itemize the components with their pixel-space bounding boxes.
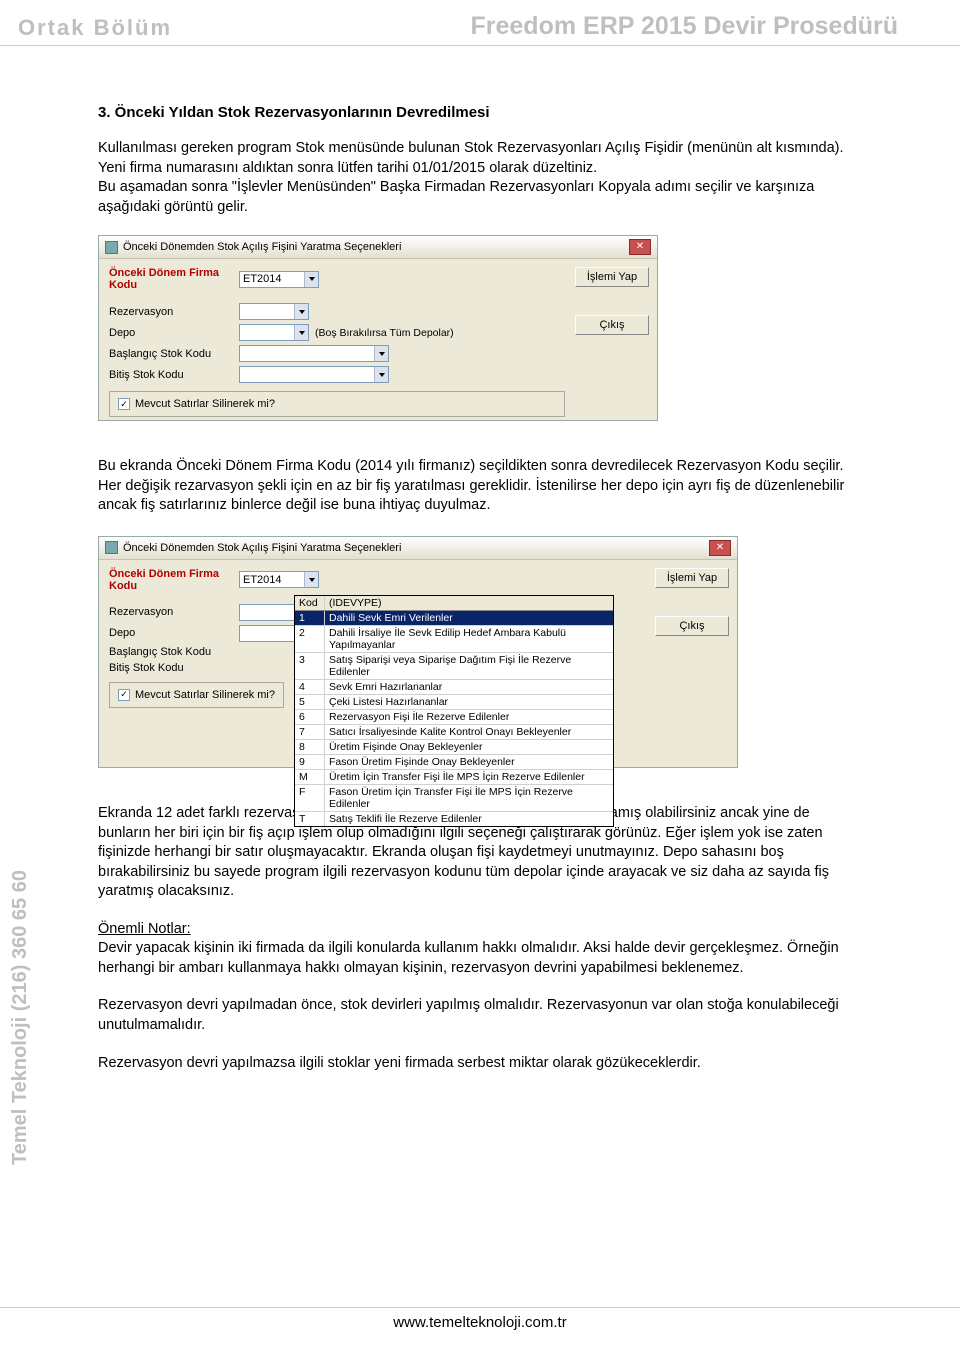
paragraph-6: Rezervasyon devri yapılmadan önce, stok … [98, 996, 860, 1035]
content-area: 3. Önceki Yıldan Stok Rezervasyonlarının… [0, 104, 960, 1073]
dropdown-row[interactable]: 2Dahili İrsaliye İle Sevk Edilip Hedef A… [295, 626, 613, 653]
firm-code-label-2: Önceki Dönem Firma Kodu [109, 568, 239, 592]
rezervasyon-combo[interactable] [239, 303, 309, 320]
header-section-label: Ortak Bölüm [18, 15, 172, 41]
page-footer: www.temelteknoloji.com.tr [0, 1307, 960, 1331]
checkbox-panel-2: ✓ Mevcut Satırlar Silinerek mi? [109, 682, 284, 708]
close-icon[interactable]: ✕ [629, 239, 651, 255]
dropdown-head-desc: (IDEVYPE) [325, 596, 613, 610]
baslangic-label-2: Başlangıç Stok Kodu [109, 646, 239, 658]
dropdown-row[interactable]: TSatış Teklifi İle Rezerve Edilenler [295, 812, 613, 826]
close-icon[interactable]: ✕ [709, 540, 731, 556]
section-heading: 3. Önceki Yıldan Stok Rezervasyonlarının… [98, 104, 860, 121]
dropdown-head-code: Kod [295, 596, 325, 610]
run-button-2[interactable]: İşlemi Yap [655, 568, 729, 588]
dropdown-row[interactable]: MÜretim İçin Transfer Fişi İle MPS İçin … [295, 770, 613, 785]
dialog-titlebar: Önceki Dönemden Stok Açılış Fişini Yarat… [99, 236, 657, 259]
dialog-titlebar-2: Önceki Dönemden Stok Açılış Fişini Yarat… [99, 537, 737, 560]
firm-code-value: ET2014 [243, 273, 282, 285]
dropdown-row[interactable]: 7Satıcı İrsaliyesinde Kalite Kontrol Ona… [295, 725, 613, 740]
depo-combo[interactable] [239, 324, 309, 341]
dialog-title-2: Önceki Dönemden Stok Açılış Fişini Yarat… [123, 542, 401, 554]
bitis-label-2: Bitiş Stok Kodu [109, 662, 239, 674]
depo-label-2: Depo [109, 627, 239, 639]
header-doc-title: Freedom ERP 2015 Devir Prosedürü [471, 12, 899, 41]
dropdown-row[interactable]: 3Satış Siparişi veya Siparişe Dağıtım Fi… [295, 653, 613, 680]
baslangic-label: Başlangıç Stok Kodu [109, 348, 239, 360]
checkbox-2[interactable]: ✓ [118, 689, 130, 701]
rezervasyon-label-2: Rezervasyon [109, 606, 239, 618]
paragraph-3: Bu ekranda Önceki Dönem Firma Kodu (2014… [98, 457, 860, 516]
side-company-text: Temel Teknoloji (216) 360 65 60 [9, 870, 32, 1165]
paragraph-5: Devir yapacak kişinin iki firmada da ilg… [98, 939, 860, 978]
dialog-screenshot-2: Önceki Dönemden Stok Açılış Fişini Yarat… [98, 536, 738, 768]
dialog-title: Önceki Dönemden Stok Açılış Fişini Yarat… [123, 241, 401, 253]
firm-code-label: Önceki Dönem Firma Kodu [109, 267, 239, 291]
run-button[interactable]: İşlemi Yap [575, 267, 649, 287]
chevron-down-icon [304, 572, 318, 587]
exit-button-2[interactable]: Çıkış [655, 616, 729, 636]
firm-code-combo[interactable]: ET2014 [239, 271, 319, 288]
baslangic-combo[interactable] [239, 345, 389, 362]
dialog-icon [105, 241, 118, 254]
depo-label: Depo [109, 327, 239, 339]
dropdown-row[interactable]: 1Dahili Sevk Emri Verilenler [295, 611, 613, 626]
chevron-down-icon [304, 272, 318, 287]
dropdown-row[interactable]: 4Sevk Emri Hazırlananlar [295, 680, 613, 695]
paragraph-1: Kullanılması gereken program Stok menüsü… [98, 139, 860, 178]
page-header: Ortak Bölüm Freedom ERP 2015 Devir Prose… [0, 0, 960, 46]
bitis-combo[interactable] [239, 366, 389, 383]
firm-code-combo-2[interactable]: ET2014 [239, 571, 319, 588]
checkbox-label-2: Mevcut Satırlar Silinerek mi? [135, 689, 275, 701]
exit-button[interactable]: Çıkış [575, 315, 649, 335]
dropdown-row[interactable]: 5Çeki Listesi Hazırlananlar [295, 695, 613, 710]
paragraph-2: Bu aşamadan sonra "İşlevler Menüsünden" … [98, 178, 860, 217]
checkbox-label: Mevcut Satırlar Silinerek mi? [135, 398, 275, 410]
rezervasyon-label: Rezervasyon [109, 306, 239, 318]
notes-heading: Önemli Notlar: [98, 920, 860, 940]
dropdown-row[interactable]: 9Fason Üretim Fişinde Onay Bekleyenler [295, 755, 613, 770]
dropdown-row[interactable]: FFason Üretim İçin Transfer Fişi İle MPS… [295, 785, 613, 812]
depo-hint: (Boş Bırakılırsa Tüm Depolar) [315, 327, 454, 339]
paragraph-7: Rezervasyon devri yapılmazsa ilgili stok… [98, 1054, 860, 1074]
checkbox-panel: ✓ Mevcut Satırlar Silinerek mi? [109, 391, 565, 417]
dialog-icon [105, 541, 118, 554]
dropdown-row[interactable]: 8Üretim Fişinde Onay Bekleyenler [295, 740, 613, 755]
rezervasyon-dropdown-list[interactable]: Kod (IDEVYPE) 1Dahili Sevk Emri Verilenl… [294, 595, 614, 827]
dropdown-row[interactable]: 6Rezervasyon Fişi İle Rezerve Edilenler [295, 710, 613, 725]
bitis-label: Bitiş Stok Kodu [109, 369, 239, 381]
checkbox[interactable]: ✓ [118, 398, 130, 410]
dialog-screenshot-1: Önceki Dönemden Stok Açılış Fişini Yarat… [98, 235, 658, 421]
